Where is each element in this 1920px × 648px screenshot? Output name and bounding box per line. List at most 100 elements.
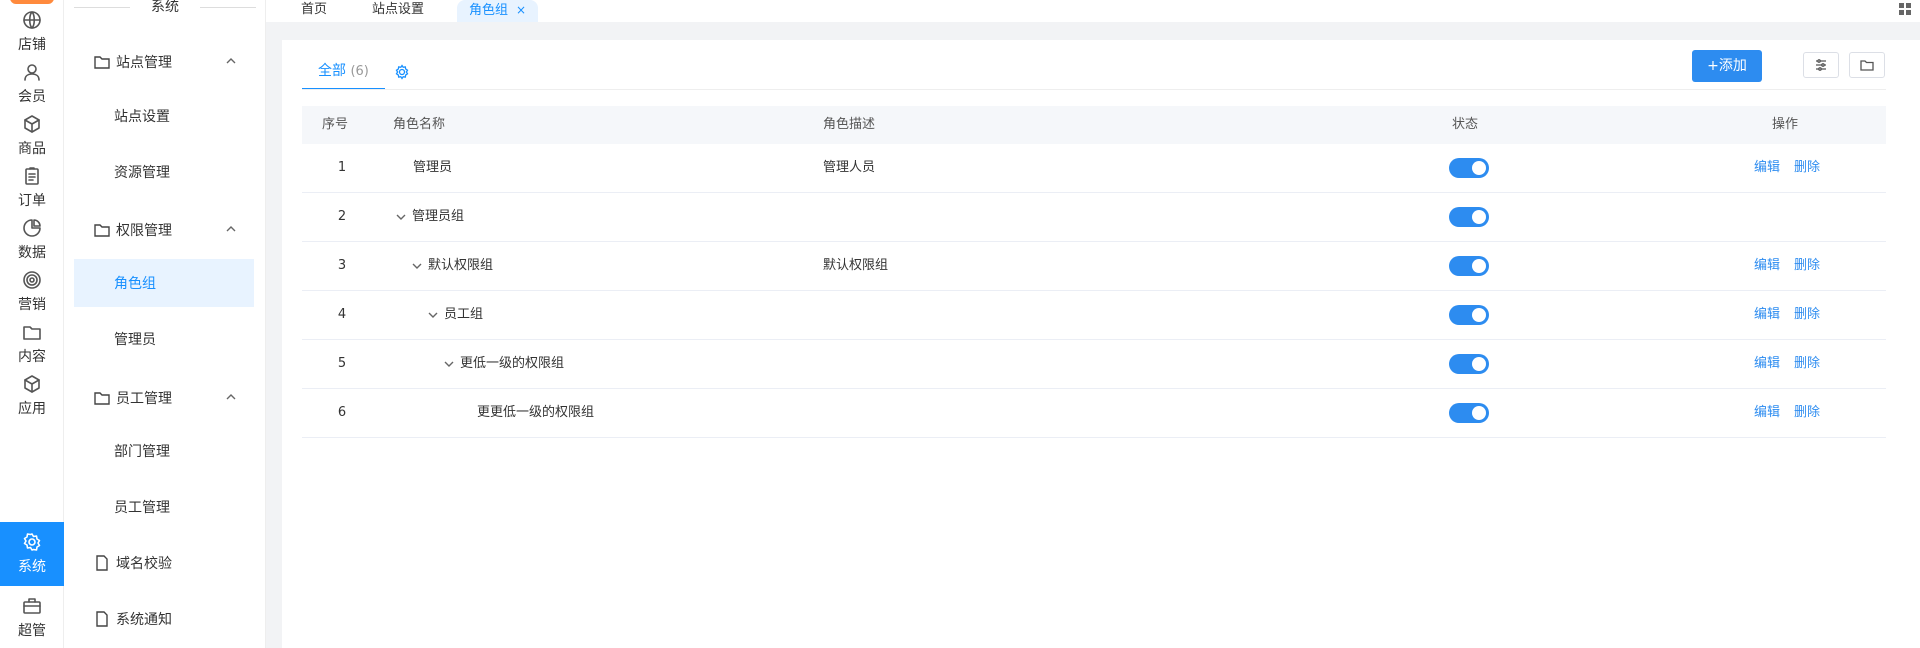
sidebar-item-label: 系统通知 (116, 612, 172, 628)
pie-chart-icon (23, 219, 41, 237)
toggle-knob (1472, 406, 1486, 420)
edit-link[interactable]: 编辑 (1754, 242, 1780, 290)
delete-link[interactable]: 删除 (1794, 242, 1820, 290)
row-desc: 管理人员 (823, 160, 876, 175)
main-card: 全部 (6) +添加 序号 角色名称 角色描述 状态 操作 1 管理员 管理人员… (282, 40, 1920, 648)
status-toggle[interactable] (1449, 256, 1489, 276)
sidebar-group-label: 权限管理 (116, 223, 172, 239)
tab-all-label: 全部 (318, 63, 346, 79)
user-icon (24, 64, 40, 81)
globe-icon (23, 11, 41, 29)
sidebar-item-label: 角色组 (114, 276, 156, 292)
row-name-cell: 更低一级的权限组 (444, 340, 564, 388)
row-name: 更更低一级的权限组 (477, 405, 595, 420)
sidebar-item-staff[interactable]: 员工管理 (74, 483, 254, 531)
tab-label: 首页 (301, 2, 328, 17)
tab-all[interactable]: 全部 (6) (302, 56, 385, 90)
expand-chevron-icon[interactable] (396, 212, 406, 222)
edit-link[interactable]: 编辑 (1754, 291, 1780, 339)
edit-link[interactable]: 编辑 (1754, 144, 1780, 192)
row-name: 员工组 (444, 307, 484, 322)
tab-site-settings[interactable]: 站点设置 (372, 0, 424, 22)
rail-label: 内容 (18, 349, 46, 365)
delete-link[interactable]: 删除 (1794, 144, 1820, 192)
chevron-up-icon (226, 394, 236, 400)
row-name-cell: 管理员组 (396, 193, 464, 241)
folder-icon (94, 224, 110, 237)
delete-link[interactable]: 删除 (1794, 389, 1820, 437)
secondary-sidebar: 系统 站点管理 站点设置 资源管理 权限管理 角色组 管理员 员工管理 部门管理… (64, 0, 266, 648)
row-index: 1 (337, 160, 347, 175)
chevron-up-icon (226, 226, 236, 232)
close-icon[interactable]: × (516, 3, 526, 17)
rail-label: 系统 (18, 559, 46, 575)
folder-button[interactable] (1849, 52, 1885, 78)
status-toggle[interactable] (1449, 305, 1489, 325)
table-row: 6 更更低一级的权限组 编辑 删除 (302, 389, 1886, 438)
toggle-knob (1472, 308, 1486, 322)
table-row: 4 员工组 编辑 删除 (302, 291, 1886, 340)
rail-label: 店铺 (18, 37, 46, 53)
file-icon (96, 555, 108, 571)
rail-item-system[interactable]: 系统 (0, 522, 64, 586)
edit-link[interactable]: 编辑 (1754, 340, 1780, 388)
tab-label: 角色组 (469, 3, 509, 18)
table-header: 序号 角色名称 角色描述 状态 操作 (302, 106, 1886, 144)
toggle-knob (1472, 357, 1486, 371)
settings-icon[interactable] (394, 64, 410, 80)
rail-label: 数据 (18, 245, 46, 261)
delete-link[interactable]: 删除 (1794, 340, 1820, 388)
row-name: 管理员组 (412, 209, 465, 224)
sidebar-item-domain-verify[interactable]: 域名校验 (64, 543, 266, 583)
tab-role-group[interactable]: 角色组 × (457, 0, 539, 22)
rail-label: 会员 (18, 89, 46, 105)
sidebar-group-permissions[interactable]: 权限管理 (64, 210, 266, 250)
expand-chevron-icon[interactable] (444, 359, 454, 369)
expand-chevron-icon[interactable] (428, 310, 438, 320)
sidebar-item-label: 员工管理 (114, 500, 170, 516)
tabs-divider (302, 89, 1886, 90)
rail-label: 应用 (18, 401, 46, 417)
table-row: 1 管理员 管理人员 编辑 删除 (302, 144, 1886, 193)
sidebar-item-site-settings[interactable]: 站点设置 (74, 92, 254, 140)
table-row: 5 更低一级的权限组 编辑 删除 (302, 340, 1886, 389)
sidebar-item-departments[interactable]: 部门管理 (74, 427, 254, 475)
rail-label: 超管 (18, 623, 46, 639)
row-index: 5 (337, 356, 347, 371)
delete-link[interactable]: 删除 (1794, 291, 1820, 339)
rail-label: 订单 (18, 193, 46, 209)
table-row: 3 默认权限组 默认权限组 编辑 删除 (302, 242, 1886, 291)
toggle-knob (1472, 210, 1486, 224)
column-settings-button[interactable] (1803, 52, 1839, 78)
status-toggle[interactable] (1449, 207, 1489, 227)
sidebar-group-site[interactable]: 站点管理 (64, 42, 266, 82)
sidebar-item-role-group[interactable]: 角色组 (74, 259, 254, 307)
sidebar-item-label: 管理员 (114, 332, 156, 348)
status-toggle[interactable] (1449, 158, 1489, 178)
folder-icon (94, 392, 110, 405)
expand-chevron-icon[interactable] (412, 261, 422, 271)
sidebar-item-label: 资源管理 (114, 165, 170, 181)
col-desc: 角色描述 (823, 117, 876, 132)
sidebar-group-label: 站点管理 (116, 55, 172, 71)
sidebar-item-admins[interactable]: 管理员 (74, 315, 254, 363)
grid-icon[interactable] (1898, 2, 1912, 16)
icon-rail: 店铺 会员 商品 订单 数据 营销 内容 应用 系统 超管 (0, 0, 64, 648)
rail-item-superadmin[interactable]: 超管 (0, 586, 64, 648)
row-name: 更低一级的权限组 (460, 356, 565, 371)
folder-icon (23, 326, 41, 340)
toggle-knob (1472, 259, 1486, 273)
edit-link[interactable]: 编辑 (1754, 389, 1780, 437)
row-name: 默认权限组 (428, 258, 494, 273)
status-toggle[interactable] (1449, 403, 1489, 423)
row-index: 6 (337, 405, 347, 420)
status-toggle[interactable] (1449, 354, 1489, 374)
add-button[interactable]: +添加 (1692, 50, 1762, 82)
table-row: 2 管理员组 (302, 193, 1886, 242)
sidebar-group-staff[interactable]: 员工管理 (64, 378, 266, 418)
sidebar-item-resources[interactable]: 资源管理 (74, 148, 254, 196)
tab-home[interactable]: 首页 (301, 0, 327, 22)
row-index: 3 (337, 258, 347, 273)
rail-item-app[interactable]: 应用 (0, 364, 64, 428)
sidebar-item-system-notice[interactable]: 系统通知 (64, 599, 266, 639)
